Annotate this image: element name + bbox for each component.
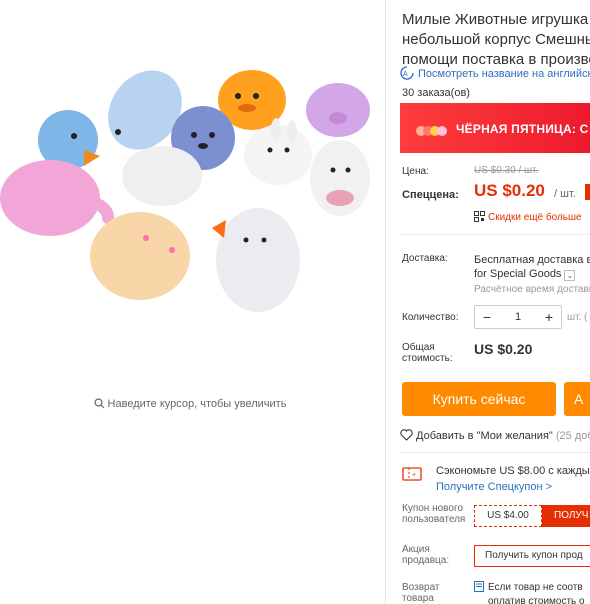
wishlist-count: (25 доб bbox=[555, 430, 590, 442]
total-price: US $0.20 bbox=[474, 341, 533, 357]
zoom-hint: Наведите курсор, чтобы увеличить bbox=[0, 398, 380, 410]
decrement-button[interactable]: − bbox=[475, 309, 499, 325]
divider bbox=[400, 452, 590, 453]
qr-code-icon bbox=[474, 211, 485, 222]
more-discounts-text[interactable]: Скидки ещё больше bbox=[488, 212, 582, 223]
return-policy-text: Если товар не соотв оплатив стоимость о bbox=[474, 581, 585, 604]
get-new-user-coupon-button[interactable]: ПОЛУЧ bbox=[542, 505, 590, 527]
translate-icon: A bbox=[400, 66, 414, 80]
return-policy-label: Возврат товара bbox=[402, 582, 440, 604]
shipping-selector[interactable]: for Special Goods ⌄ bbox=[474, 268, 576, 281]
heart-icon bbox=[400, 429, 413, 441]
toy-white-dog bbox=[122, 146, 202, 206]
quantity-label: Количество: bbox=[402, 312, 459, 323]
toy-peach-cat bbox=[90, 212, 190, 300]
return-line: оплатив стоимость о bbox=[488, 596, 585, 604]
product-title-line: Милые Животные игрушка антистресс bbox=[402, 11, 590, 28]
shipping-estimate: Расчётное время доставки bbox=[474, 284, 590, 295]
special-price-label: Спеццена: bbox=[402, 189, 459, 201]
document-icon bbox=[474, 581, 484, 592]
zoom-hint-text: Наведите курсор, чтобы увеличить bbox=[107, 398, 287, 410]
total-label-line: Общая bbox=[402, 342, 435, 353]
seller-label-line: Акция bbox=[402, 544, 430, 555]
coupon-save-text: Сэкономьте US $8.00 с каждых bbox=[436, 465, 590, 477]
original-price: US $0.30 / шт. bbox=[474, 165, 539, 176]
new-user-coupon-label: Купон нового пользователя bbox=[402, 503, 465, 525]
toy-purple-pig bbox=[306, 83, 370, 137]
coupon-ticket-icon: + bbox=[402, 467, 422, 481]
price-unit: / шт. bbox=[554, 188, 576, 200]
black-friday-banner[interactable]: ЧЁРНАЯ ПЯТНИЦА: С bbox=[400, 103, 590, 153]
buy-now-button[interactable]: Купить сейчас bbox=[402, 382, 556, 416]
product-photo[interactable] bbox=[0, 40, 390, 370]
coupon-promo: + Сэкономьте US $8.00 с каждых Получите … bbox=[400, 458, 590, 500]
translate-link-text[interactable]: Посмотреть название на английском bbox=[418, 68, 590, 80]
add-to-cart-button[interactable]: А bbox=[564, 382, 590, 416]
new-user-coupon-value: US $4.00 bbox=[474, 505, 542, 527]
return-label-line: Возврат bbox=[402, 582, 440, 593]
more-discounts-link[interactable]: Скидки ещё больше bbox=[474, 211, 582, 223]
return-label-line: товара bbox=[402, 593, 434, 604]
special-price: US $0.20 bbox=[474, 181, 545, 200]
product-title: Милые Животные игрушка антистресс неболь… bbox=[402, 10, 590, 70]
wishlist-text[interactable]: Добавить в "Мои желания" bbox=[416, 430, 553, 442]
coupon-label-line: пользователя bbox=[402, 514, 466, 525]
return-line: Если товар не соотв bbox=[488, 582, 583, 593]
quantity-value[interactable]: 1 bbox=[499, 311, 537, 323]
price-tag-badge bbox=[585, 184, 590, 200]
price-label: Цена: bbox=[402, 166, 429, 177]
product-info-panel: Милые Животные игрушка антистресс неболь… bbox=[385, 0, 590, 604]
shipping-option-text: for Special Goods bbox=[474, 268, 562, 280]
divider bbox=[400, 234, 590, 235]
translate-link[interactable]: A Посмотреть название на английском bbox=[400, 66, 590, 80]
shipping-label: Доставка: bbox=[402, 253, 448, 264]
toy-white-cat bbox=[216, 208, 300, 312]
product-image-panel: Наведите курсор, чтобы увеличить bbox=[0, 0, 390, 604]
seller-promo-label: Акция продавца: bbox=[402, 544, 449, 566]
get-seller-coupon-button[interactable]: Получить купон прод bbox=[474, 545, 590, 567]
quantity-stepper[interactable]: − 1 + bbox=[474, 305, 562, 329]
increment-button[interactable]: + bbox=[537, 309, 561, 325]
svg-text:A: A bbox=[403, 71, 408, 78]
add-to-wishlist-link[interactable]: Добавить в "Мои желания" (25 доб bbox=[400, 429, 590, 442]
orders-count: 30 заказа(ов) bbox=[402, 87, 470, 99]
chevron-down-icon[interactable]: ⌄ bbox=[564, 270, 576, 281]
magnifier-icon bbox=[93, 398, 104, 409]
total-label-line: стоимость: bbox=[402, 353, 453, 364]
banner-dots-icon bbox=[416, 123, 447, 141]
banner-text: ЧЁРНАЯ ПЯТНИЦА: С bbox=[456, 122, 589, 136]
get-special-coupon-link[interactable]: Получите Спецкупон > bbox=[436, 481, 552, 493]
shipping-method: Бесплатная доставка в bbox=[474, 254, 590, 266]
seller-label-line: продавца: bbox=[402, 555, 450, 566]
svg-text:+: + bbox=[412, 472, 416, 479]
total-label: Общая стоимость: bbox=[402, 342, 453, 364]
product-title-line: небольшой корпус Смешные д bbox=[402, 31, 590, 48]
coupon-label-line: Купон нового bbox=[402, 503, 463, 514]
quantity-unit: шт. ( bbox=[567, 312, 588, 323]
